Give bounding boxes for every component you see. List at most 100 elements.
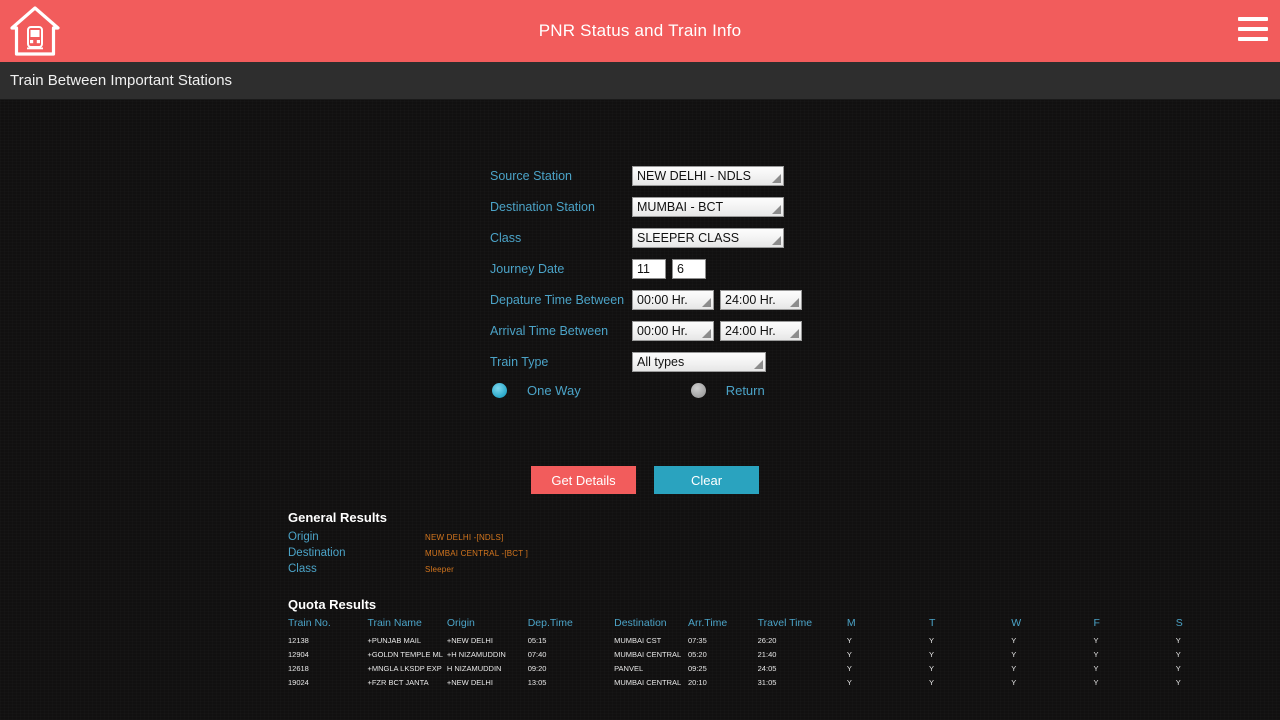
destination-value: MUMBAI CENTRAL -[BCT ] xyxy=(425,548,529,558)
chevron-down-icon xyxy=(754,360,763,369)
table-row[interactable]: 12618 +MNGLA LKSDP EXP H NIZAMUDDIN 09:2… xyxy=(288,662,1258,676)
general-results-heading: General Results xyxy=(288,510,387,525)
cell-travel-time: 31:05 xyxy=(757,678,777,688)
page-title: PNR Status and Train Info xyxy=(538,21,742,40)
column-header-arr-time: Arr.Time xyxy=(687,617,728,629)
hamburger-menu-icon[interactable] xyxy=(1238,17,1268,41)
departure-time-to-value: 24:00 Hr. xyxy=(725,293,776,307)
table-row[interactable]: 19024 +FZR BCT JANTA +NEW DELHI 13:05 MU… xyxy=(288,676,1258,690)
form-actions: Get Details Clear xyxy=(531,466,759,494)
hamburger-bar xyxy=(1238,17,1268,21)
trip-mode-radio-group: One Way Return xyxy=(490,383,820,398)
cell-destination: MUMBAI CST xyxy=(614,636,662,645)
class-select[interactable]: SLEEPER CLASS xyxy=(632,228,784,248)
cell-friday: Y xyxy=(1093,664,1099,674)
source-station-value: NEW DELHI - NDLS xyxy=(637,169,751,183)
cell-monday: Y xyxy=(846,664,852,674)
general-result-row: Destination MUMBAI CENTRAL -[BCT ] xyxy=(288,547,1258,559)
cell-train-name: +FZR BCT JANTA xyxy=(367,678,429,688)
radio-unselected-icon xyxy=(690,383,706,398)
column-header-saturday: S xyxy=(1175,617,1183,629)
form-row-arrival-time: Arrival Time Between 00:00 Hr. 24:00 Hr. xyxy=(490,321,820,343)
app-header: PNR Status and Train Info xyxy=(0,0,1280,62)
column-header-origin: Origin xyxy=(446,617,475,629)
cell-train-name: +GOLDN TEMPLE ML xyxy=(367,650,443,660)
cell-origin: H NIZAMUDDIN xyxy=(446,664,502,674)
origin-value: NEW DELHI -[NDLS] xyxy=(425,532,504,542)
class-label: Class xyxy=(490,231,522,245)
cell-travel-time: 21:40 xyxy=(757,650,777,660)
quota-results-table: Train No. Train Name Origin Dep.Time Des… xyxy=(288,617,1258,691)
cell-train-no: 12138 xyxy=(288,636,309,645)
cell-wednesday: Y xyxy=(1011,636,1017,645)
destination-station-label: Destination Station xyxy=(490,200,595,214)
radio-one-way-label: One Way xyxy=(527,383,581,398)
hamburger-bar xyxy=(1238,27,1268,31)
cell-wednesday: Y xyxy=(1011,650,1017,660)
cell-wednesday: Y xyxy=(1011,678,1017,688)
hamburger-bar xyxy=(1238,37,1268,41)
column-header-travel-time: Travel Time xyxy=(757,617,813,629)
cell-tuesday: Y xyxy=(929,636,935,645)
destination-station-value: MUMBAI - BCT xyxy=(637,200,724,214)
table-row[interactable]: 12138 +PUNJAB MAIL +NEW DELHI 05:15 MUMB… xyxy=(288,634,1258,648)
radio-return-label: Return xyxy=(725,383,765,398)
column-header-tuesday: T xyxy=(929,617,936,629)
chevron-down-icon xyxy=(772,236,781,245)
radio-return[interactable]: Return xyxy=(690,383,765,398)
cell-saturday: Y xyxy=(1175,636,1181,645)
departure-time-from-select[interactable]: 00:00 Hr. xyxy=(632,290,714,310)
arrival-time-from-value: 00:00 Hr. xyxy=(637,324,688,338)
cell-origin: +NEW DELHI xyxy=(446,678,493,688)
cell-dep-time: 07:40 xyxy=(527,650,547,660)
arrival-time-to-value: 24:00 Hr. xyxy=(725,324,776,338)
form-row-journey-date: Journey Date 11 6 xyxy=(490,259,820,281)
house-train-icon xyxy=(6,2,64,60)
cell-travel-time: 24:05 xyxy=(757,664,777,674)
cell-monday: Y xyxy=(846,678,852,688)
cell-train-name: +MNGLA LKSDP EXP xyxy=(367,664,442,674)
departure-time-from-value: 00:00 Hr. xyxy=(637,293,688,307)
source-station-select[interactable]: NEW DELHI - NDLS xyxy=(632,166,784,186)
cell-arr-time: 05:20 xyxy=(687,650,707,660)
form-row-train-type: Train Type All types xyxy=(490,352,820,374)
cell-friday: Y xyxy=(1093,636,1099,645)
cell-arr-time: 20:10 xyxy=(687,678,707,688)
general-result-row: Origin NEW DELHI -[NDLS] xyxy=(288,531,1258,543)
get-details-button[interactable]: Get Details xyxy=(531,466,636,494)
form-row-destination-station: Destination Station MUMBAI - BCT xyxy=(490,197,820,219)
clear-button[interactable]: Clear xyxy=(654,466,759,494)
class-result-label: Class xyxy=(288,563,317,575)
chevron-down-icon xyxy=(702,329,711,338)
cell-monday: Y xyxy=(846,650,852,660)
journey-date-day-input[interactable]: 11 xyxy=(632,259,666,279)
search-form: Source Station NEW DELHI - NDLS Destinat… xyxy=(490,166,820,398)
cell-dep-time: 09:20 xyxy=(527,664,547,674)
form-row-source-station: Source Station NEW DELHI - NDLS xyxy=(490,166,820,188)
column-header-train-no: Train No. xyxy=(288,617,331,629)
journey-date-month-input[interactable]: 6 xyxy=(672,259,706,279)
cell-arr-time: 07:35 xyxy=(687,636,707,645)
chevron-down-icon xyxy=(702,298,711,307)
cell-train-no: 12904 xyxy=(288,650,309,660)
destination-label: Destination xyxy=(288,547,346,559)
departure-time-to-select[interactable]: 24:00 Hr. xyxy=(720,290,802,310)
cell-origin: +H NIZAMUDDIN xyxy=(446,650,506,660)
chevron-down-icon xyxy=(772,205,781,214)
chevron-down-icon xyxy=(772,174,781,183)
column-header-monday: M xyxy=(846,617,856,629)
cell-travel-time: 26:20 xyxy=(757,636,777,645)
column-header-train-name: Train Name xyxy=(367,617,422,629)
table-row[interactable]: 12904 +GOLDN TEMPLE ML +H NIZAMUDDIN 07:… xyxy=(288,648,1258,662)
cell-monday: Y xyxy=(846,636,852,645)
radio-one-way[interactable]: One Way xyxy=(492,383,581,398)
class-value: SLEEPER CLASS xyxy=(637,231,740,245)
arrival-time-from-select[interactable]: 00:00 Hr. xyxy=(632,321,714,341)
train-type-select[interactable]: All types xyxy=(632,352,766,372)
cell-origin: +NEW DELHI xyxy=(446,636,493,645)
cell-arr-time: 09:25 xyxy=(687,664,707,674)
cell-tuesday: Y xyxy=(929,650,935,660)
destination-station-select[interactable]: MUMBAI - BCT xyxy=(632,197,784,217)
arrival-time-to-select[interactable]: 24:00 Hr. xyxy=(720,321,802,341)
journey-date-label: Journey Date xyxy=(490,262,565,276)
